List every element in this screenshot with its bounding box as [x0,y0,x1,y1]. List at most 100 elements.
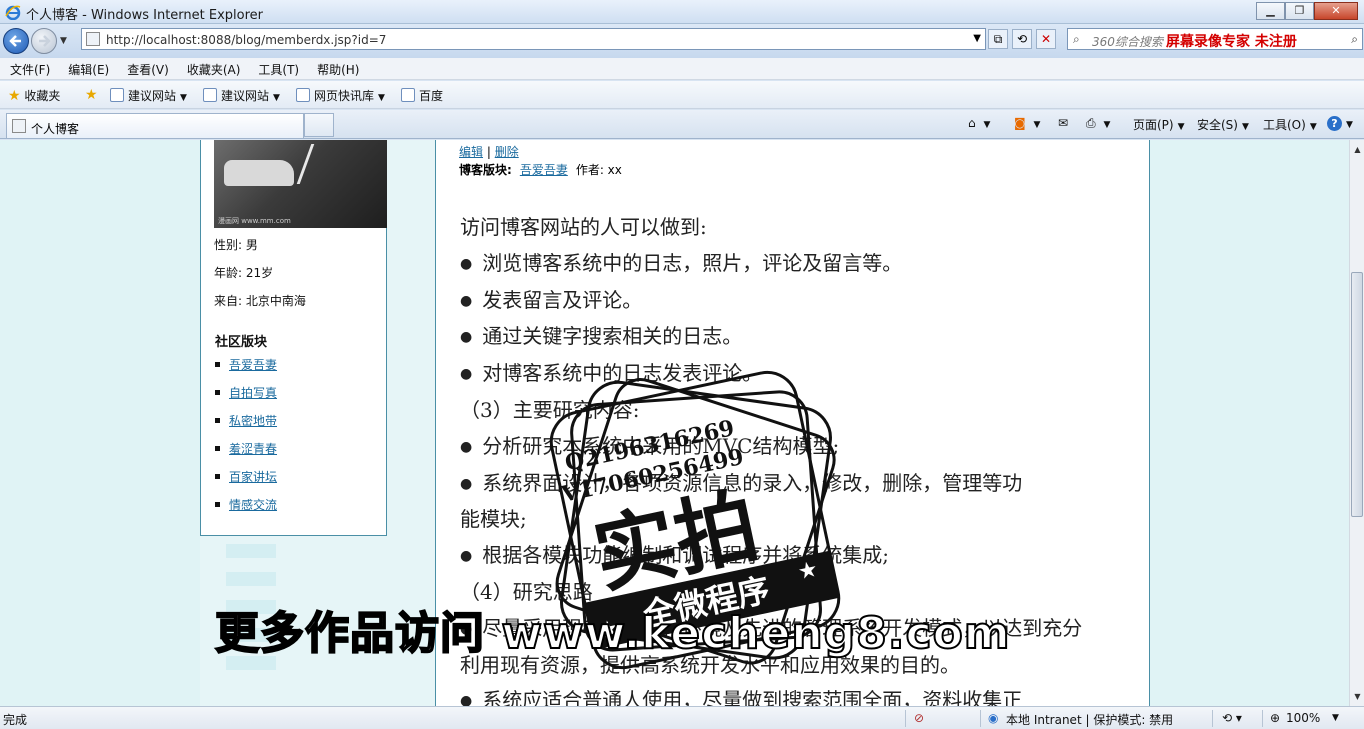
list-item: 羞涩青春 [215,440,277,468]
address-bar[interactable]: http://localhost:8088/blog/memberdx.jsp?… [81,28,986,50]
printer-icon: ⎙ [1086,116,1096,130]
zoom-level[interactable]: 100% [1286,711,1320,725]
author-label: 作者: xx [575,163,622,177]
chevron-down-icon: ▼ [180,93,187,103]
fav-label: 百度 [419,89,444,103]
print-button[interactable]: ⎙ ▼ [1086,116,1110,131]
scroll-thumb[interactable] [1351,272,1363,517]
tab-title: 个人博客 [31,122,80,136]
menu-view[interactable]: 查看(V) [117,58,177,78]
forward-arrow-icon [39,35,51,47]
board-link-wuai[interactable]: 吾爱吾妻 [229,358,277,372]
age-info: 年龄: 21岁 [214,266,274,280]
menu-favorites[interactable]: 收藏夹(A) [177,58,249,78]
url-text[interactable]: http://localhost:8088/blog/memberdx.jsp?… [106,33,386,47]
post-line: 根据各模块功能编制和调试程序并将系统集成; [460,538,1140,575]
popup-blocker-icon[interactable]: ⊘ [914,711,924,725]
board-link-lectures[interactable]: 百家讲坛 [229,470,277,484]
page-background-right [1150,140,1349,706]
forward-button[interactable] [31,28,57,54]
search-go-icon[interactable]: ⌕ [1351,32,1358,47]
fav-item-webslice[interactable]: 网页快讯库 ▼ [296,87,385,104]
website-watermark: 更多作品访问 www.kecheng8.com [214,607,1011,660]
stop-icon[interactable]: ✕ [1036,29,1056,49]
photo-caption: 漫画网 www.mm.com [218,217,291,225]
intranet-zone-icon: ◉ [988,711,999,725]
zoom-icon: ⊕ [1270,711,1281,725]
compat-view-icon[interactable]: ⧉ [988,29,1008,49]
scroll-up-icon[interactable]: ▲ [1350,142,1364,157]
security-zone[interactable]: 本地 Intranet | 保护模式: 禁用 [1006,711,1173,728]
list-item: 百家讲坛 [215,468,277,496]
board-link[interactable]: 吾爱吾妻 [520,163,568,177]
location-info: 来自: 北京中南海 [214,294,306,308]
back-button[interactable] [3,28,29,54]
board-label: 博客版块: [459,163,512,177]
menu-bar: 文件(F) 编辑(E) 查看(V) 收藏夹(A) 工具(T) 帮助(H) [0,58,1364,80]
fav-item-baidu[interactable]: 百度 [401,87,443,104]
page-icon [86,32,100,46]
protected-mode-icon[interactable]: ⟲ ▾ [1222,711,1242,725]
profile-photo: 漫画网 www.mm.com [214,140,387,228]
add-favorite-button[interactable]: ★ [85,87,98,103]
star-icon: ★ [8,88,21,104]
safety-menu[interactable]: 安全(S) ▼ [1197,116,1249,133]
tools-menu[interactable]: 工具(O) ▼ [1263,116,1317,133]
fav-item-suggested-1[interactable]: 建议网站 ▼ [110,87,187,104]
read-mail-button[interactable]: ✉ [1058,116,1068,130]
profile-sidebar: 漫画网 www.mm.com 性别: 男 年龄: 21岁 来自: 北京中南海 社… [200,140,387,536]
vertical-scrollbar[interactable]: ▲ ▼ [1349,140,1364,706]
board-link-selfie[interactable]: 自拍写真 [229,386,277,400]
recent-pages-dropdown[interactable]: ▼ [60,36,67,46]
menu-help[interactable]: 帮助(H) [307,58,367,78]
restore-button[interactable]: ❐ [1285,2,1314,20]
post-line: 访问博客网站的人可以做到: [460,215,707,239]
ie-page-icon [110,88,124,102]
window-title: 个人博客 - Windows Internet Explorer [26,8,263,23]
favorites-bar: ★ 收藏夹 ★ 建议网站 ▼ 建议网站 ▼ 网页快讯库 ▼ 百度 [0,81,1364,109]
zoom-dropdown-icon[interactable]: ▼ [1332,713,1339,723]
favorites-label: 收藏夹 [24,89,61,103]
minimize-button[interactable]: ▁ [1256,2,1285,20]
recorder-watermark: 屏幕录像专家 未注册 [1166,34,1297,50]
back-arrow-icon [9,35,21,47]
post-line: 通过关键字搜索相关的日志。 [460,319,1140,356]
address-row: ▼ http://localhost:8088/blog/memberdx.js… [0,24,1364,58]
add-favorite-icon: ★ [85,87,98,103]
delete-link[interactable]: 删除 [495,145,519,159]
menu-file[interactable]: 文件(F) [0,58,58,78]
action-separator: | [486,145,491,159]
board-link-private[interactable]: 私密地带 [229,414,277,428]
menu-edit[interactable]: 编辑(E) [58,58,117,78]
tab-current[interactable]: 个人博客 [6,113,304,138]
page-background-left [0,140,200,706]
post-line: 系统应适合普通人使用，尽量做到搜索范围全面，资料收集正 [460,683,1140,706]
page-menu[interactable]: 页面(P) ▼ [1133,116,1185,133]
fav-label: 建议网站 [221,89,270,103]
board-link-youth[interactable]: 羞涩青春 [229,442,277,456]
feeds-button[interactable]: ◙ ▼ [1014,116,1040,130]
list-item: 吾爱吾妻 [215,356,277,384]
scroll-down-icon[interactable]: ▼ [1350,689,1364,704]
board-link-emotions[interactable]: 情感交流 [229,498,277,512]
close-window-button[interactable]: ✕ [1314,2,1358,20]
menu-tools[interactable]: 工具(T) [248,58,307,78]
fav-item-suggested-2[interactable]: 建议网站 ▼ [203,87,280,104]
post-line: 分析研究本系统中采用的MVC结构模型; [460,429,1140,466]
new-tab-button[interactable] [304,113,334,137]
list-item: 自拍写真 [215,384,277,412]
ie-logo-icon [5,5,21,20]
home-button[interactable]: ⌂ ▼ [968,116,990,130]
favorites-button[interactable]: ★ 收藏夹 [8,87,60,104]
edit-link[interactable]: 编辑 [459,145,483,159]
rss-icon: ◙ [1014,116,1026,130]
community-board-list: 吾爱吾妻 自拍写真 私密地带 羞涩青春 百家讲坛 情感交流 [215,356,277,524]
gender-info: 性别: 男 [214,238,258,252]
search-box[interactable]: ⌕ 360综合搜索 屏幕录像专家 未注册 ⌕ [1067,28,1363,50]
help-button[interactable]: ? ▼ [1327,116,1353,131]
address-dropdown-icon[interactable]: ▼ [973,33,981,44]
refresh-icon[interactable]: ⟲ [1012,29,1032,49]
ie-page-icon [203,88,217,102]
list-item: 情感交流 [215,496,277,524]
status-text: 完成 [3,713,28,727]
